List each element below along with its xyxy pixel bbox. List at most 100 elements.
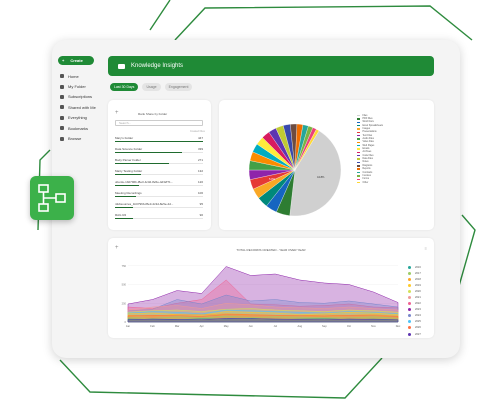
folder-name: Meeting Recordings — [115, 191, 142, 195]
folder-name: Mary's Folder — [115, 136, 134, 140]
legend-swatch — [357, 175, 360, 177]
tab-engagement[interactable]: Engagement — [164, 83, 193, 91]
folder-count: 90 — [199, 213, 203, 217]
folder-name: ntkbsources_1b0796b-f8e3-4c3d-8e5e-4d... — [115, 202, 174, 206]
legend-swatch — [357, 131, 360, 134]
y-tick-label: 250 — [122, 301, 127, 305]
sidebar-item-home[interactable]: Home — [60, 71, 96, 81]
sidebar-item-subscriptions[interactable]: Subscriptions — [60, 92, 96, 102]
pie-chart: 44.8% 5.0% — [248, 123, 342, 217]
folder-name: Body Parser Folder — [115, 158, 141, 162]
sidebar-item-bookmarks[interactable]: Bookmarks — [60, 123, 96, 133]
area-chart-card: + TOTAL RECORDS CREATED - YEAR OVER YEAR… — [108, 238, 434, 338]
sidebar-item-my-folder[interactable]: My Folder — [60, 81, 96, 91]
legend-swatch — [357, 125, 360, 127]
legend-item[interactable]: 2027 — [408, 331, 421, 337]
x-tick-label: Dec — [396, 324, 401, 328]
folder-row[interactable]: Mary's Folder 447 — [115, 136, 203, 146]
tab-last-30-days[interactable]: Last 30 Days — [110, 83, 139, 91]
legend-swatch — [408, 326, 411, 330]
create-label: Create — [70, 58, 83, 63]
folder-name: Data Science Folder — [115, 147, 143, 151]
progress-fill — [115, 163, 169, 165]
x-tick-label: May — [224, 324, 230, 328]
progress-fill — [115, 185, 139, 187]
folder-count: 95 — [199, 202, 203, 206]
legend-swatch — [357, 161, 360, 164]
sidebar-nav: Home My Folder Subscriptions Shared with… — [60, 71, 96, 144]
progress-track — [115, 196, 203, 198]
folder-name: RAG R2 — [115, 213, 127, 217]
legend-swatch — [357, 128, 360, 130]
page-title: Knowledge Insights — [131, 63, 184, 69]
folder-count: 132 — [197, 169, 203, 173]
legend-swatch — [408, 296, 411, 300]
legend-swatch — [357, 171, 360, 174]
legend-swatch — [408, 314, 411, 318]
pie-slice-label: 5.0% — [269, 177, 276, 181]
page-header: Knowledge Insights — [108, 56, 434, 76]
app-window: + Create Home My Folder Subscriptions Sh… — [52, 40, 460, 358]
progress-track — [115, 207, 203, 209]
folder-row[interactable]: ubuntu-1b0796b-f8e3-4c3d-8e5e-4d32f71...… — [115, 180, 203, 190]
workflow-badge — [30, 176, 74, 220]
folder-icon — [60, 84, 64, 89]
create-button[interactable]: + Create — [58, 56, 94, 65]
legend-swatch — [408, 320, 411, 324]
folder-row[interactable]: ntkbsources_1b0796b-f8e3-4c3d-8e5e-4d...… — [115, 202, 203, 212]
folder-count: 106 — [197, 191, 203, 195]
x-tick-label: Aug — [298, 324, 303, 328]
folder-count: 339 — [197, 147, 203, 151]
bookmark-icon — [60, 126, 64, 131]
progress-track — [115, 163, 203, 165]
progress-track — [115, 152, 203, 154]
legend-swatch — [357, 121, 360, 124]
legend-swatch — [357, 165, 360, 167]
progress-fill — [115, 207, 134, 209]
x-tick-label: Apr — [200, 324, 204, 328]
share-icon — [60, 105, 64, 110]
progress-track — [115, 174, 203, 176]
folder-icon — [118, 63, 125, 69]
folder-row[interactable]: Data Science Folder 339 — [115, 147, 203, 157]
legend-swatch — [357, 141, 360, 144]
card-title: Rank Share by Folder — [138, 112, 168, 116]
folder-name: ubuntu-1b0796b-f8e3-4c3d-8e5e-4d32f71... — [115, 180, 174, 184]
sidebar-item-browse[interactable]: Browse — [60, 133, 96, 143]
layers-icon — [60, 115, 64, 120]
progress-track — [115, 218, 203, 220]
browse-icon — [60, 136, 64, 141]
progress-fill — [115, 141, 203, 143]
x-tick-label: Jul — [274, 324, 278, 328]
plus-icon: + — [62, 58, 65, 63]
folder-row[interactable]: RAG R2 90 — [115, 213, 203, 223]
folder-row[interactable]: Meeting Recordings 106 — [115, 191, 203, 201]
folder-count: 447 — [197, 136, 203, 140]
y-tick-label: 750 — [122, 264, 127, 268]
legend-item[interactable]: Other — [357, 181, 383, 184]
bell-icon — [60, 94, 64, 99]
area-legend: 2016 2017 2018 2019 2020 2021 2022 2023 2024 2025… — [408, 264, 421, 337]
legend-swatch — [357, 114, 360, 117]
folder-name: Marty Testing Folder — [115, 169, 143, 173]
x-tick-label: Jan — [126, 324, 131, 328]
x-tick-label: Oct — [347, 324, 351, 328]
legend-swatch — [408, 302, 411, 306]
folder-row[interactable]: Marty Testing Folder 132 — [115, 169, 203, 179]
y-tick-label: 500 — [122, 283, 127, 287]
search-input[interactable]: Search... — [115, 120, 203, 126]
sidebar-item-shared[interactable]: Shared with Me — [60, 102, 96, 112]
tab-usage[interactable]: Usage — [142, 83, 161, 91]
tab-bar: Last 30 Days Usage Engagement — [110, 83, 193, 91]
legend-swatch — [357, 138, 360, 140]
pie-chart-card: 44.8% 5.0% Files PDF Files Word Docs Excel S… — [219, 100, 434, 230]
legend-swatch — [357, 178, 360, 180]
legend-swatch — [357, 118, 360, 120]
folder-row[interactable]: Body Parser Folder 271 — [115, 158, 203, 168]
sidebar-item-everything[interactable]: Everything — [60, 113, 96, 123]
legend-swatch — [408, 265, 411, 269]
legend-swatch — [357, 155, 360, 157]
column-header: Created Files — [190, 130, 205, 133]
folder-rank-card: + Rank Share by Folder Search... Created… — [108, 100, 211, 230]
add-icon[interactable]: + — [115, 110, 119, 116]
